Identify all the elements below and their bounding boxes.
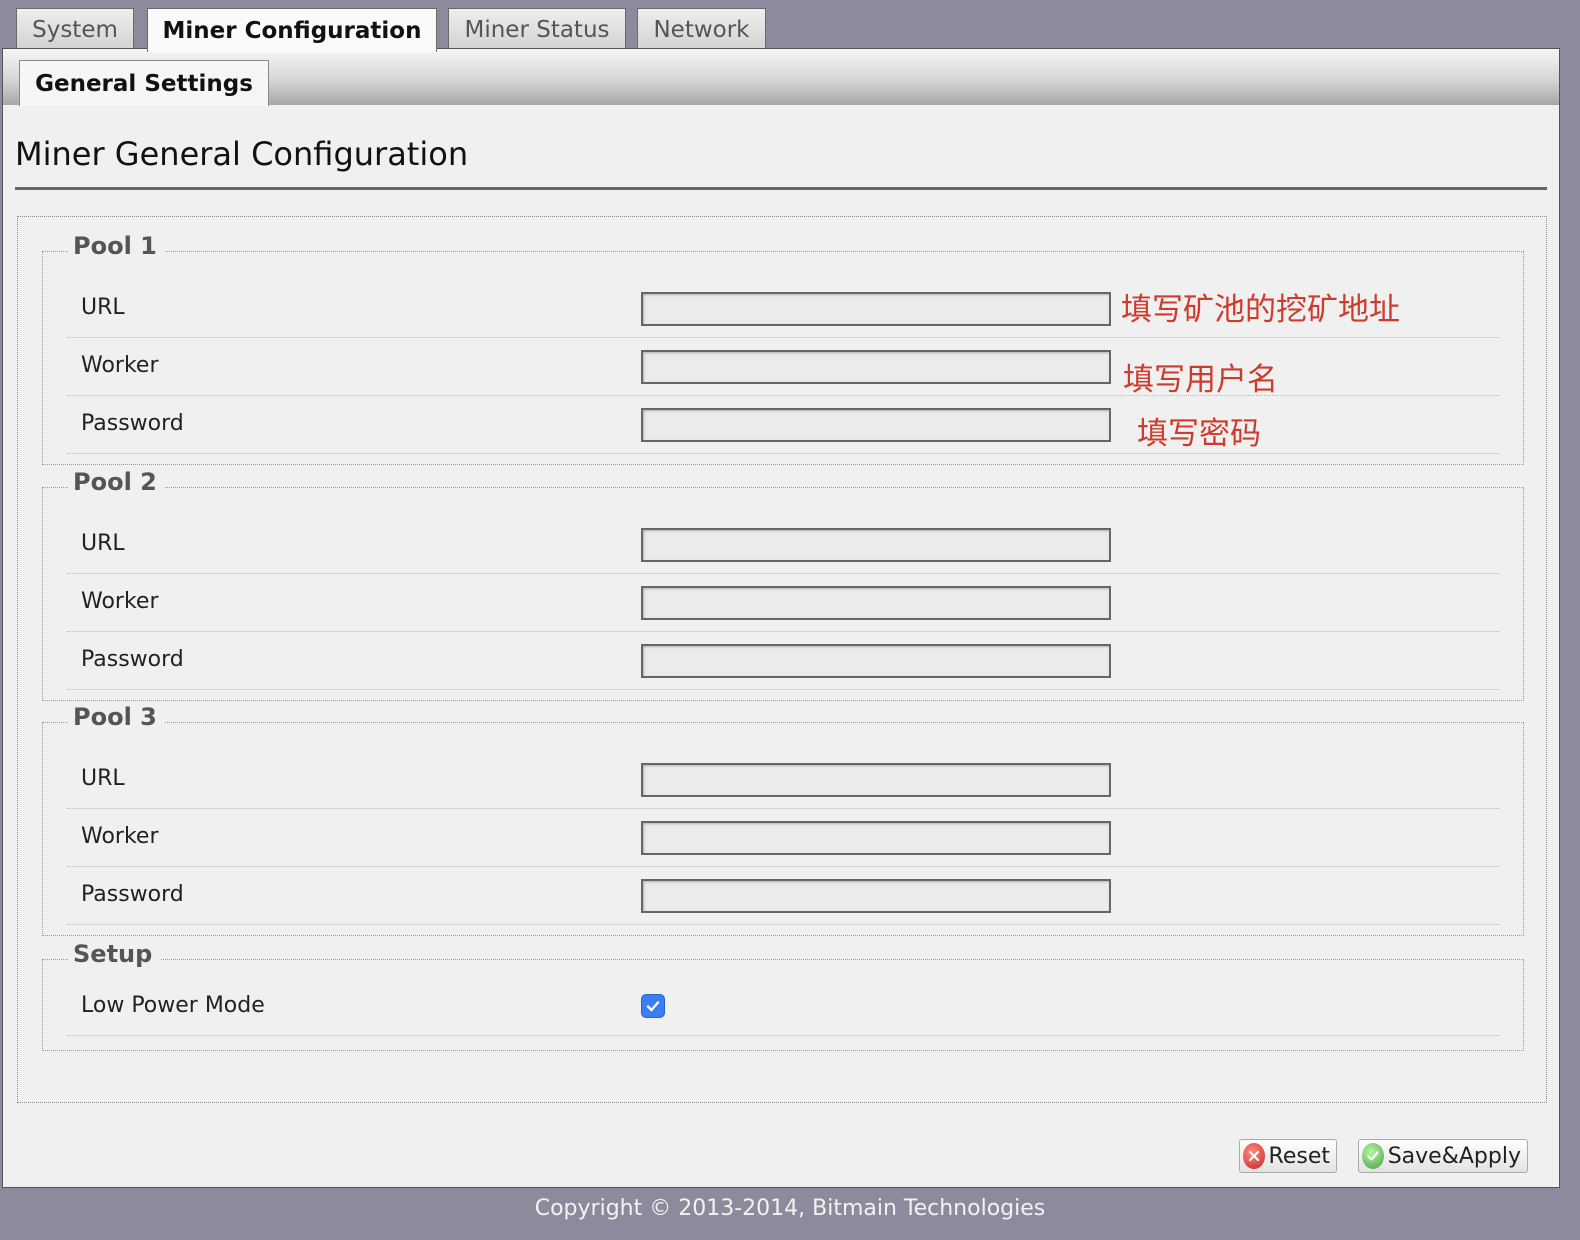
pool-1-section: Pool 1 URL Worker Password 填写矿池的挖矿地址 填写用… [42,232,1524,465]
worker-label: Worker [81,589,159,614]
tab-network[interactable]: Network [637,8,766,50]
pool-1-password-row: Password [67,396,1499,454]
setup-section: Setup Low Power Mode [42,940,1524,1051]
pool-2-url-row: URL [67,516,1499,574]
worker-annotation: 填写用户名 [1123,362,1278,398]
password-label: Password [81,882,184,907]
tab-miner-status[interactable]: Miner Status [448,8,626,50]
pool-3-worker-input[interactable] [641,821,1111,855]
config-form: Pool 1 URL Worker Password 填写矿池的挖矿地址 填写用… [17,216,1547,1103]
setup-legend: Setup [69,940,161,968]
pool-2-worker-input[interactable] [641,586,1111,620]
title-divider [15,187,1547,190]
tab-miner-configuration[interactable]: Miner Configuration [147,8,437,52]
main-panel: General Settings Miner General Configura… [2,48,1560,1188]
pool-3-section: Pool 3 URL Worker Password [42,703,1524,936]
worker-label: Worker [81,353,159,378]
reset-button-label: Reset [1268,1143,1330,1169]
check-circle-icon [1362,1143,1384,1169]
low-power-checkbox[interactable] [641,994,665,1018]
password-label: Password [81,647,184,672]
pool-1-password-input[interactable] [641,408,1111,442]
url-label: URL [81,531,125,556]
save-apply-button[interactable]: Save&Apply [1358,1139,1528,1173]
worker-label: Worker [81,824,159,849]
low-power-label: Low Power Mode [81,993,265,1018]
pool-1-worker-input[interactable] [641,350,1111,384]
pool-3-password-input[interactable] [641,879,1111,913]
subtab-general-settings[interactable]: General Settings [19,60,269,106]
pool-legend: Pool 1 [69,232,165,260]
reset-button[interactable]: Reset [1239,1139,1337,1173]
pool-legend: Pool 3 [69,703,165,731]
subtab-bar: General Settings [3,49,1559,106]
url-label: URL [81,766,125,791]
pool-2-url-input[interactable] [641,528,1111,562]
url-annotation: 填写矿池的挖矿地址 [1121,292,1400,328]
pool-2-worker-row: Worker [67,574,1499,632]
tab-system[interactable]: System [16,8,134,50]
pool-3-url-row: URL [67,751,1499,809]
save-apply-button-label: Save&Apply [1387,1143,1521,1169]
pool-2-password-input[interactable] [641,644,1111,678]
checkmark-icon [646,1001,660,1012]
copyright-footer: Copyright © 2013-2014, Bitmain Technolog… [534,1196,1046,1221]
url-label: URL [81,295,125,320]
pool-3-password-row: Password [67,867,1499,925]
pool-legend: Pool 2 [69,468,165,496]
pool-1-worker-row: Worker [67,338,1499,396]
close-circle-icon [1243,1143,1265,1169]
low-power-row: Low Power Mode [67,978,1499,1036]
password-label: Password [81,411,184,436]
pool-3-url-input[interactable] [641,763,1111,797]
pool-3-worker-row: Worker [67,809,1499,867]
password-annotation: 填写密码 [1137,416,1261,452]
page-title: Miner General Configuration [15,135,469,173]
pool-2-section: Pool 2 URL Worker Password [42,468,1524,701]
pool-2-password-row: Password [67,632,1499,690]
pool-1-url-input[interactable] [641,292,1111,326]
